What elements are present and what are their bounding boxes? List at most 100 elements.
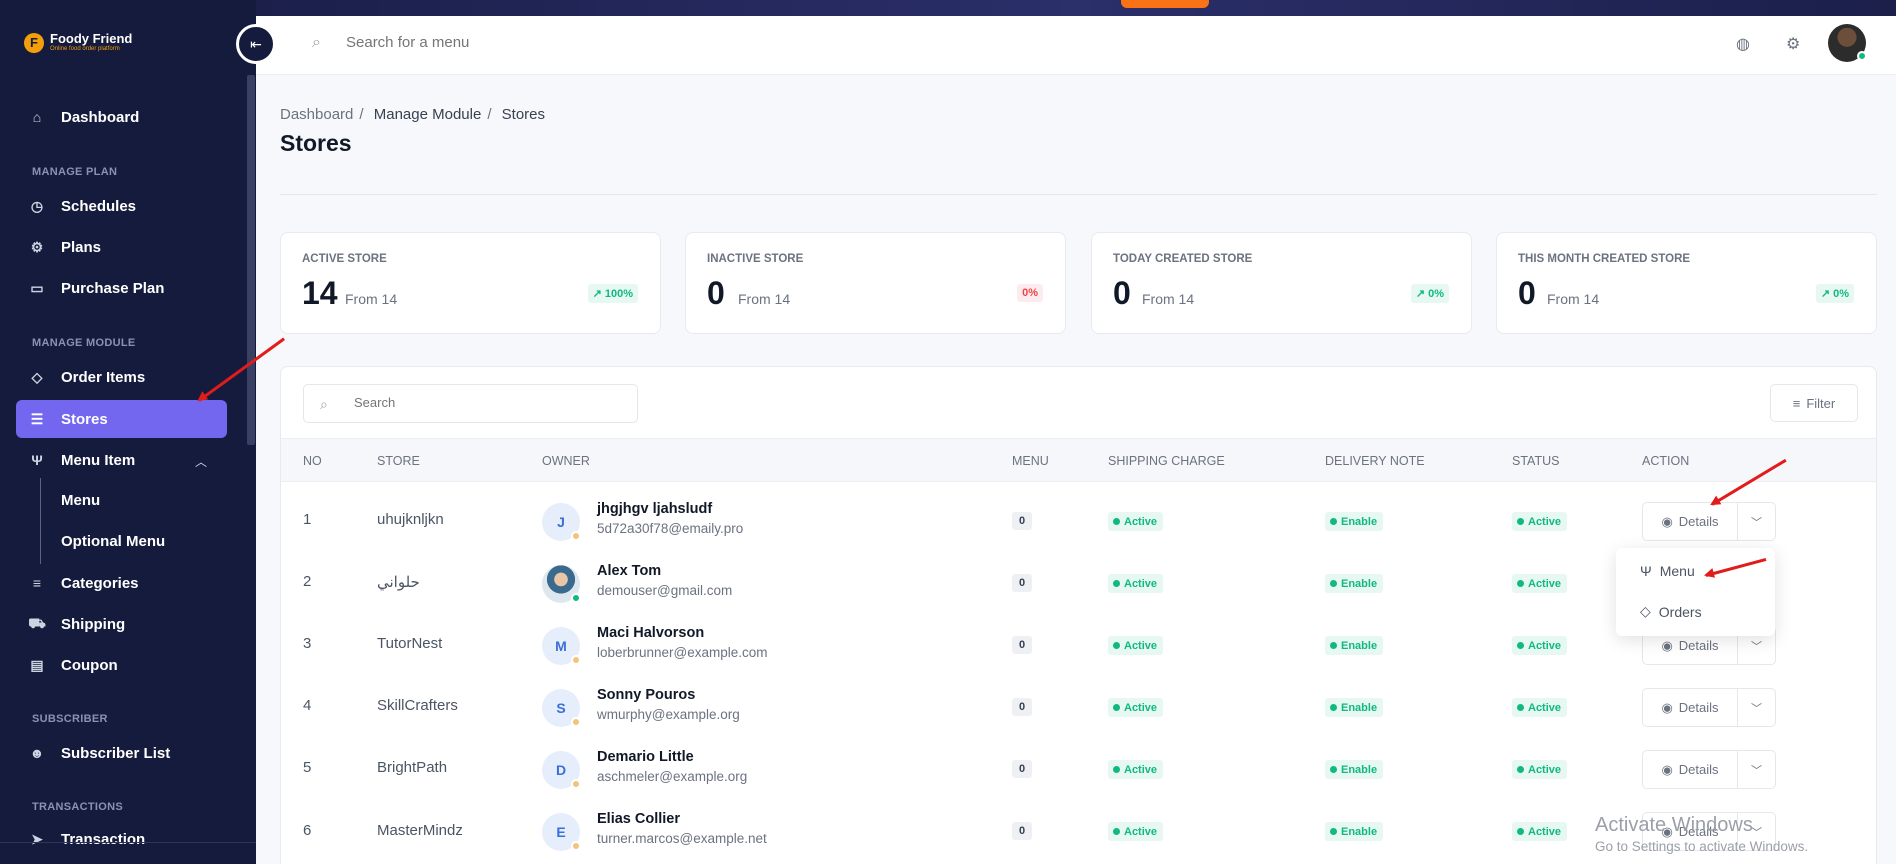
chevron-down-icon: ﹀ [1751,516,1762,529]
breadcrumb-manage-module[interactable]: Manage Module [374,106,482,123]
owner-name: Sonny Pouros [597,687,696,703]
sidebar-item-transaction[interactable]: ➤ Transaction [16,822,227,848]
sidebar-item-label: Shipping [61,615,126,633]
table-search: ⌕ [303,384,638,423]
col-store: STORE [377,454,420,468]
filter-button[interactable]: ≡ Filter [1770,384,1858,422]
status-badge: Active [1512,512,1568,531]
details-button[interactable]: ◉ Details [1643,503,1738,540]
action-group: ◉ Details ﹀ [1642,502,1776,541]
top-banner-strip [256,0,1896,16]
dropdown-item-menu[interactable]: Ψ Menu [1640,563,1695,579]
stat-value: 0 [707,275,725,311]
stat-percent-badge: ↗ 0% [1815,284,1854,303]
owner-email: loberbrunner@example.com [597,645,768,660]
chevron-up-icon[interactable]: ︿ [195,453,207,470]
col-shipping-charge: SHIPPING CHARGE [1108,454,1225,468]
status-badge: Active [1512,636,1568,655]
row-store: SkillCrafters [377,697,458,714]
details-button[interactable]: ◉ Details [1643,751,1738,788]
sidebar-item-dashboard[interactable]: ⌂ Dashboard [16,98,227,136]
sidebar-item-stores[interactable]: ☰ Stores [16,400,227,438]
owner-avatar: M [542,627,581,665]
app-name: Foody Friend [50,31,133,46]
stat-label: THIS MONTH CREATED STORE [1518,253,1691,265]
stat-card-month: THIS MONTH CREATED STORE 0 From 14 ↗ 0% [1496,232,1877,334]
status-badge: Active [1512,760,1568,779]
delivery-badge: Enable [1325,636,1384,655]
action-group: ◉ Details ﹀ [1642,688,1776,727]
col-action: ACTION [1642,454,1690,468]
sidebar-item-purchase-plan[interactable]: ▭ Purchase Plan [16,269,227,307]
chevron-down-icon: ﹀ [1751,640,1762,653]
action-group: ◉ Details ﹀ [1642,750,1776,789]
col-menu: MENU [1012,454,1049,468]
owner-name: Alex Tom [597,563,662,579]
owner-email: aschmeler@example.org [597,769,748,784]
logo-icon: F [24,32,44,53]
col-status: STATUS [1512,454,1560,468]
filter-icon: ≡ [1792,395,1801,411]
action-dropdown-toggle[interactable]: ﹀ [1738,751,1775,788]
shipping-badge: Active [1108,822,1164,841]
section-manage-plan: MANAGE PLAN [32,166,118,178]
shipping-badge: Active [1108,636,1164,655]
collapse-sidebar-button[interactable]: ⇤ [236,24,276,64]
dropdown-item-orders[interactable]: ◇ Orders [1640,603,1702,620]
row-no: 6 [303,822,312,839]
owner-avatar: S [542,689,581,727]
page-title: Stores [280,130,352,156]
menu-count-badge: 0 [1012,760,1032,778]
plans-icon: ⚙ [30,238,44,255]
owner-name: Demario Little [597,749,694,765]
sidebar-item-label: Dashboard [61,108,140,126]
details-button[interactable]: ◉ Details [1643,689,1738,726]
user-avatar[interactable] [1828,24,1867,62]
sidebar-item-categories[interactable]: ≡ Categories [16,564,227,602]
action-dropdown-toggle[interactable]: ﹀ [1738,503,1775,540]
truck-icon: ⛟ [28,614,46,631]
app-logo[interactable]: F Foody Friend Online food order platfor… [24,32,132,53]
table-header: NO STORE OWNER MENU SHIPPING CHARGE DELI… [281,438,1876,482]
breadcrumb-dashboard[interactable]: Dashboard [280,106,353,123]
table-search-input[interactable] [354,395,604,410]
sidebar-item-coupon[interactable]: ▤ Coupon [16,646,227,684]
row-store: TutorNest [377,635,443,652]
users-icon: ☻ [29,745,45,761]
menu-search-input[interactable] [346,34,746,51]
sidebar-item-label: Plans [61,238,102,256]
sidebar-item-label: Schedules [61,197,137,215]
action-dropdown-toggle[interactable]: ﹀ [1738,689,1775,726]
owner-avatar: D [542,751,581,789]
table-row: 5 BrightPath D Demario Little aschmeler@… [281,739,1876,801]
stat-label: ACTIVE STORE [302,253,387,265]
send-icon: ➤ [31,831,43,847]
section-manage-module: MANAGE MODULE [32,337,136,349]
trend-up-icon: ↗ [592,288,605,300]
sidebar-subitem-optional-menu[interactable]: Optional Menu [61,533,165,550]
sidebar-item-subscriber-list[interactable]: ☻ Subscriber List [16,734,227,772]
globe-icon[interactable]: ◍ [1736,34,1750,54]
eye-icon: ◉ [1661,699,1673,715]
activate-windows-watermark: Activate Windows Go to Settings to activ… [1595,814,1809,854]
sidebar-subitem-menu[interactable]: Menu [61,492,100,509]
sidebar-item-label: Stores [61,410,108,428]
sidebar-scrollbar[interactable] [247,75,255,445]
stat-percent-badge: 0% [1017,284,1043,302]
top-header: ⌕ ◍ ⚙ [256,16,1896,75]
stat-value: 0 [1518,275,1536,311]
owner-avatar: E [542,813,581,851]
row-no: 5 [303,759,312,776]
sidebar-item-shipping[interactable]: ⛟ Shipping [16,605,227,643]
sidebar-item-order-items[interactable]: ◇ Order Items [16,358,227,396]
row-no: 4 [303,697,312,714]
sidebar-item-schedules[interactable]: ◷ Schedules [16,187,227,225]
gear-icon[interactable]: ⚙ [1786,34,1800,54]
delivery-badge: Enable [1325,698,1384,717]
row-no: 2 [303,573,312,590]
shipping-badge: Active [1108,574,1164,593]
sidebar-item-plans[interactable]: ⚙ Plans [16,228,227,266]
sidebar-item-label: Coupon [61,656,118,674]
credit-card-icon: ▭ [30,279,44,296]
stat-card-inactive: INACTIVE STORE 0 From 14 0% [685,232,1066,334]
